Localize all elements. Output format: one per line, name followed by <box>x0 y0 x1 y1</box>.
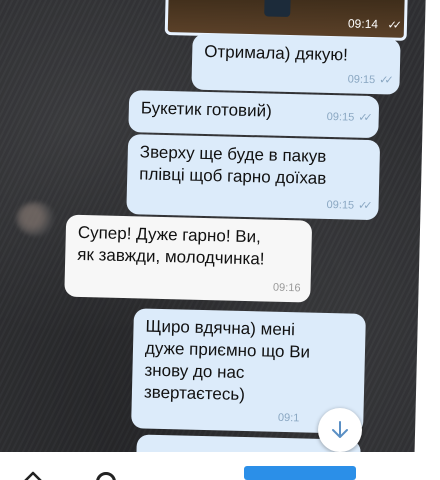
message-meta: 09:15 ✓✓ <box>347 68 390 91</box>
message-time: 09:15 <box>347 73 376 87</box>
message-text: Щиро вдячна) мені дуже приємно що Ви зно… <box>143 316 311 405</box>
message-text: Супер! Дуже гарно! Ви, як завжди, молодч… <box>77 222 265 269</box>
message-meta: 09:1 <box>278 407 300 430</box>
message-text: Отримала) дякую! <box>204 41 349 65</box>
accent-bar[interactable] <box>244 466 356 480</box>
message-bubble-outgoing[interactable]: Зверху ще буде в пакув плівці щоб гарно … <box>126 134 381 221</box>
message-meta: 09:15 ✓✓ <box>326 194 368 217</box>
message-text: Зверху ще буде в пакув плівці щоб гарно … <box>139 142 327 188</box>
double-check-icon: ✓✓ <box>379 74 390 87</box>
message-time: 09:1 <box>277 411 300 425</box>
chat-viewport: 09:14 ✓✓ Отримала) дякую! 09:15 ✓✓ Букет… <box>0 0 426 470</box>
message-time: 09:16 <box>272 281 301 295</box>
bottom-navigation <box>0 452 440 480</box>
message-bubble-incoming[interactable]: Супер! Дуже гарно! Ви, як завжди, молодч… <box>64 214 313 303</box>
double-check-icon: ✓✓ <box>357 199 369 212</box>
message-time: 09:15 <box>326 198 355 212</box>
chevron-up-icon[interactable] <box>22 468 44 480</box>
message-meta: 09:16 <box>273 277 301 300</box>
photo-time: 09:14 <box>347 16 379 32</box>
message-bubble-outgoing[interactable]: Отримала) дякую! 09:15 ✓✓ <box>191 33 401 95</box>
chat-screen: 09:14 ✓✓ Отримала) дякую! 09:15 ✓✓ Букет… <box>0 0 440 480</box>
arrow-down-icon <box>332 421 348 438</box>
message-bubble-outgoing[interactable]: Букетик готовий) 09:15 ✓✓ <box>128 90 380 139</box>
double-check-icon: ✓✓ <box>387 19 399 32</box>
scroll-to-bottom-button[interactable] <box>318 408 362 452</box>
double-check-icon: ✓✓ <box>358 111 369 124</box>
message-time: 09:15 <box>326 110 355 124</box>
photo-content <box>264 0 291 18</box>
message-meta: 09:15 ✓✓ <box>326 106 369 129</box>
